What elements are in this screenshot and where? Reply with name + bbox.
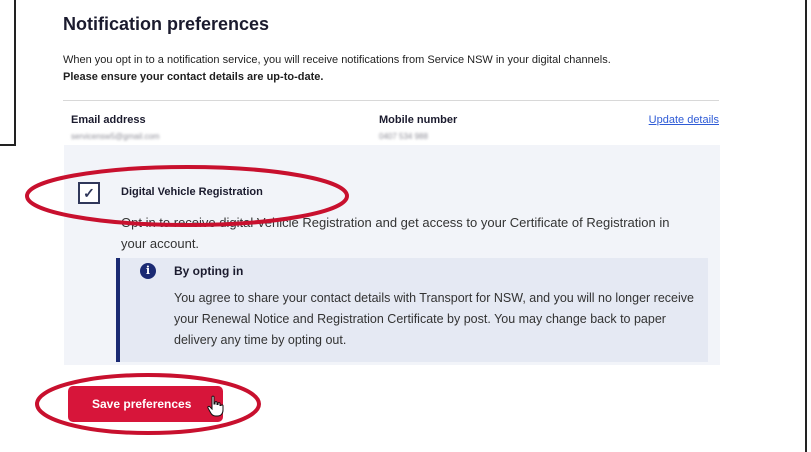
digital-registration-label[interactable]: Digital Vehicle Registration bbox=[121, 186, 263, 198]
update-details-link[interactable]: Update details bbox=[649, 114, 719, 126]
page-title: Notification preferences bbox=[63, 14, 270, 34]
info-title: By opting in bbox=[174, 264, 244, 278]
mobile-section: Mobile number 0407 534 988 bbox=[379, 114, 457, 141]
info-icon: i bbox=[140, 263, 156, 279]
email-section: Email address servicensw5@gmail.com bbox=[71, 114, 160, 141]
contact-details: Email address servicensw5@gmail.com Mobi… bbox=[63, 100, 719, 145]
left-edge-panel bbox=[0, 0, 16, 146]
opting-in-info-box: i By opting in You agree to share your c… bbox=[116, 258, 708, 362]
email-label: Email address bbox=[71, 114, 146, 126]
mobile-label: Mobile number bbox=[379, 114, 458, 126]
info-text: You agree to share your contact details … bbox=[174, 291, 694, 347]
intro-description: When you opt in to a notification servic… bbox=[63, 54, 611, 66]
intro-text: When you opt in to a notification servic… bbox=[63, 52, 743, 86]
intro-warning: Please ensure your contact details are u… bbox=[63, 71, 324, 83]
mobile-value: 0407 534 988 bbox=[379, 132, 428, 141]
checkmark-icon: ✓ bbox=[83, 184, 95, 201]
hand-cursor-icon bbox=[207, 395, 224, 417]
digital-registration-checkbox[interactable]: ✓ bbox=[78, 182, 100, 204]
email-value: servicensw5@gmail.com bbox=[71, 132, 160, 141]
digital-registration-description: Opt in to receive digital Vehicle Regist… bbox=[121, 215, 670, 251]
save-preferences-button[interactable]: Save preferences bbox=[68, 386, 223, 422]
